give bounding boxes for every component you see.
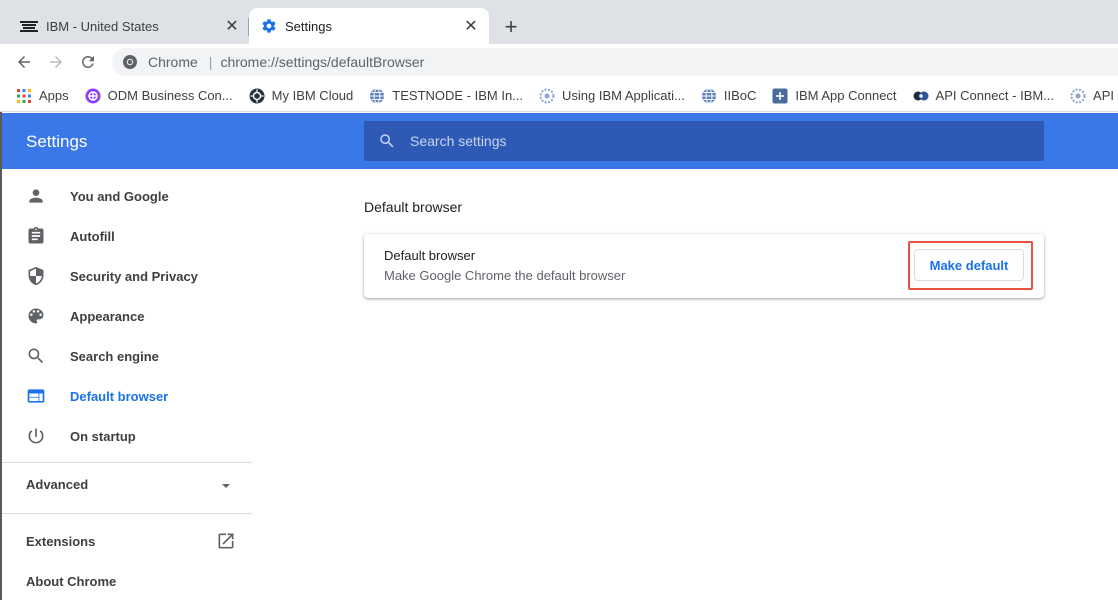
bookmark-label: My IBM Cloud	[271, 88, 354, 103]
card-subtitle: Make Google Chrome the default browser	[384, 268, 626, 283]
bookmark-label: TESTNODE - IBM In...	[392, 88, 524, 103]
globe-icon	[370, 88, 385, 103]
bookmark-api-connect[interactable]: API Connect - IBM...	[913, 88, 1055, 104]
globe-icon	[701, 88, 716, 103]
bookmark-apps[interactable]: Apps	[16, 88, 69, 104]
bookmarks-bar: Apps ODM Business Con... My IBM Cloud TE…	[0, 80, 1118, 112]
cloud-wheel-icon	[249, 88, 265, 103]
bookmark-label: Apps	[39, 88, 69, 103]
browser-window-icon	[27, 389, 45, 403]
sidebar-item-on-startup[interactable]: On startup	[2, 416, 252, 456]
bookmark-using-ibm[interactable]: Using IBM Applicati...	[539, 88, 685, 104]
bookmark-label: IBM App Connect	[795, 88, 897, 103]
settings-header: Settings	[2, 113, 1118, 169]
new-tab-button[interactable]: +	[498, 14, 524, 40]
gear-icon	[262, 19, 276, 33]
bookmark-label: ODM Business Con...	[107, 88, 233, 103]
shield-icon	[28, 266, 44, 286]
tab-title: Settings	[285, 18, 332, 34]
api-connect-icon	[913, 91, 929, 100]
tab-title: IBM - United States	[46, 18, 159, 34]
gear-badge-icon	[539, 88, 555, 103]
chrome-logo-icon	[123, 55, 137, 69]
sidebar-item-label: Search engine	[70, 348, 159, 364]
sidebar-item-default-browser[interactable]: Default browser	[2, 376, 252, 416]
bookmark-label: Using IBM Applicati...	[562, 88, 685, 103]
sidebar-about-chrome[interactable]: About Chrome	[26, 574, 116, 589]
sidebar-extensions[interactable]: Extensions	[26, 534, 95, 549]
sidebar-item-label: You and Google	[70, 188, 169, 204]
sidebar-item-you-and-google[interactable]: You and Google	[2, 176, 252, 216]
address-bar[interactable]: Chrome | chrome:// settings/defaultBrows…	[112, 48, 1118, 76]
url-scheme: chrome://	[220, 54, 279, 70]
tab-settings[interactable]: Settings ✕	[249, 8, 489, 44]
power-icon	[28, 428, 44, 444]
reload-button[interactable]	[74, 48, 102, 76]
bookmark-my-ibm-cloud[interactable]: My IBM Cloud	[249, 88, 354, 104]
close-icon[interactable]: ✕	[461, 16, 481, 36]
caret-down-icon[interactable]	[220, 480, 232, 492]
ibm-logo-icon	[20, 21, 38, 32]
sidebar-item-autofill[interactable]: Autofill	[2, 216, 252, 256]
omnibox-separator: |	[208, 54, 213, 70]
tab-ibm[interactable]: IBM - United States ✕	[0, 8, 248, 44]
search-icon	[28, 348, 44, 364]
sidebar-item-label: On startup	[70, 428, 136, 444]
tab-strip: IBM - United States ✕ Settings ✕ +	[0, 0, 1118, 44]
section-title: Default browser	[364, 199, 463, 215]
bookmark-odm[interactable]: ODM Business Con...	[85, 88, 233, 104]
sidebar: You and Google Autofill Security and Pri…	[2, 169, 252, 600]
sidebar-item-security-and-privacy[interactable]: Security and Privacy	[2, 256, 252, 296]
search-icon	[380, 134, 394, 148]
back-button[interactable]	[10, 48, 38, 76]
bookmark-api-connect-dev[interactable]: API Connect Deve	[1070, 88, 1118, 104]
palette-icon	[28, 308, 44, 324]
toolbar: Chrome | chrome:// settings/defaultBrows…	[0, 44, 1118, 80]
bookmark-ibm-app-connect[interactable]: IBM App Connect	[772, 88, 897, 104]
sidebar-divider	[2, 513, 252, 514]
bookmark-label: API Connect Deve	[1093, 88, 1118, 103]
sidebar-advanced[interactable]: Advanced	[26, 477, 88, 492]
open-in-new-icon[interactable]	[216, 531, 236, 551]
forward-button[interactable]	[42, 48, 70, 76]
bookmark-label: API Connect - IBM...	[935, 88, 1055, 103]
bookmark-testnode[interactable]: TESTNODE - IBM In...	[369, 88, 523, 104]
site-label: Chrome	[148, 54, 198, 70]
apps-grid-icon	[17, 88, 31, 103]
search-box[interactable]	[364, 121, 1044, 161]
search-input[interactable]	[410, 133, 1010, 149]
page-title: Settings	[26, 132, 88, 151]
sidebar-item-appearance[interactable]: Appearance	[2, 296, 252, 336]
close-icon[interactable]: ✕	[222, 16, 242, 36]
bookmark-label: IIBoC	[723, 88, 757, 103]
clipboard-icon	[28, 226, 44, 244]
bookmark-iiboc[interactable]: IIBoC	[701, 88, 757, 104]
arrow-right-icon	[50, 56, 62, 68]
app-connect-icon	[772, 88, 788, 103]
sidebar-item-label: Appearance	[70, 308, 145, 324]
sidebar-item-search-engine[interactable]: Search engine	[2, 336, 252, 376]
odm-icon	[85, 88, 101, 103]
sidebar-divider	[2, 462, 252, 463]
arrow-left-icon	[18, 56, 30, 68]
sidebar-item-label: Default browser	[70, 388, 169, 404]
reload-icon	[81, 55, 94, 68]
url-path: settings/defaultBrowser	[278, 54, 425, 70]
sidebar-item-label: Autofill	[70, 228, 115, 244]
card-title: Default browser	[384, 248, 476, 263]
person-icon	[29, 189, 43, 203]
gear-badge-icon	[1070, 88, 1086, 103]
sidebar-item-label: Security and Privacy	[70, 268, 198, 284]
make-default-button[interactable]: Make default	[914, 249, 1024, 281]
